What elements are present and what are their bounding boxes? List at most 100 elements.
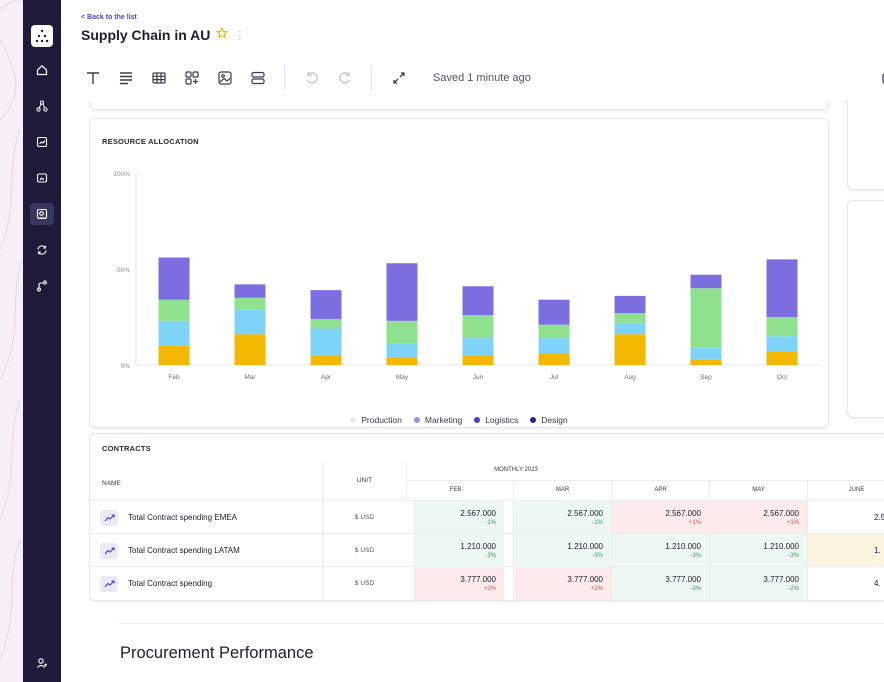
legend-item[interactable]: Design: [530, 415, 568, 425]
bar-segment-logistics: [386, 320, 418, 344]
expand-icon[interactable]: [383, 62, 415, 94]
cell-value: 1.210.000: [665, 542, 701, 551]
bar-segment-production: [386, 357, 418, 365]
toolbar-divider: [371, 65, 372, 91]
side-card: [847, 100, 884, 190]
legend-item[interactable]: Logistics: [474, 415, 518, 425]
section-heading: Procurement Performance: [120, 644, 314, 662]
value-cell[interactable]: 3.777.000 +2%: [513, 567, 611, 600]
reports-icon[interactable]: [30, 203, 54, 225]
bar-segment-marketing: [386, 343, 418, 358]
table-row[interactable]: Total Contract spending LATAM $ USD 1.210.…: [90, 533, 884, 567]
network-icon[interactable]: [30, 95, 54, 117]
x-tick-label: Sep: [700, 374, 712, 381]
value-cell[interactable]: 3.777.000 -2%: [709, 567, 807, 600]
value-cell[interactable]: 1.210.000 -3%: [709, 534, 807, 567]
redo-icon[interactable]: [329, 62, 361, 94]
cell-value: 2.5: [874, 513, 884, 522]
bar-segment-marketing: [234, 309, 266, 335]
cell-delta: -2%: [788, 586, 799, 592]
legend-swatch: [530, 417, 537, 423]
value-cell[interactable]: 2.567.000 -1%: [414, 501, 504, 534]
text-tool-icon[interactable]: [77, 62, 109, 94]
media-icon[interactable]: [30, 167, 54, 189]
legend-label: Production: [361, 415, 402, 425]
x-tick-label: Jun: [473, 374, 484, 381]
user-settings-icon[interactable]: [36, 656, 48, 674]
refresh-icon[interactable]: [30, 239, 54, 261]
bar-segment-marketing: [310, 328, 342, 356]
home-icon[interactable]: [30, 59, 54, 81]
value-cell[interactable]: 1.210.000 -3%: [611, 534, 709, 567]
row-name: Total Contract spending LATAM: [100, 534, 240, 567]
bar-segment-production: [690, 359, 722, 365]
table-tool-icon[interactable]: [143, 62, 175, 94]
previous-card: [89, 100, 829, 110]
cell-value: 2.567.000: [665, 509, 701, 518]
value-cell[interactable]: 2.567.000 -1%: [513, 501, 611, 534]
contracts-card: CONTRACTS NAME UNIT MONTHLY 2023 FEB MAR APR M…: [89, 433, 884, 601]
value-cell[interactable]: 2.5: [807, 501, 884, 534]
bar-segment-design: [766, 259, 798, 317]
bar-segment-logistics: [614, 313, 646, 323]
bar-segment-production: [158, 345, 190, 365]
bar-segment-production: [234, 334, 266, 365]
x-tick-label: Mar: [244, 374, 256, 381]
bar-segment-marketing: [462, 338, 494, 356]
image-tool-icon[interactable]: [209, 62, 241, 94]
bar-segment-logistics: [158, 299, 190, 321]
bar-segment-logistics: [538, 324, 570, 339]
column-header-name: NAME: [102, 480, 121, 487]
app-logo-icon[interactable]: [31, 25, 53, 47]
column-header-month: JUNE: [807, 480, 884, 500]
legend-label: Design: [541, 415, 568, 425]
app-sidebar: [23, 0, 61, 682]
table-row[interactable]: Total Contract spending $ USD 3.777.000 +2%…: [90, 566, 884, 600]
bar-segment-marketing: [614, 322, 646, 335]
undo-icon[interactable]: [296, 62, 328, 94]
column-header-month: MAR: [513, 480, 611, 500]
bar-segment-logistics: [462, 315, 494, 339]
bar-segment-design: [158, 257, 190, 300]
more-options-icon[interactable]: ⋮: [234, 29, 245, 42]
table-row[interactable]: Total Contract spending EMEA $ USD 2.567.0…: [90, 500, 884, 534]
section-tool-icon[interactable]: [242, 62, 274, 94]
bar-segment-design: [234, 284, 266, 298]
bar-segment-design: [614, 295, 646, 314]
calendar-icon[interactable]: [872, 62, 884, 94]
row-unit: $ USD: [322, 567, 406, 600]
cell-delta: -1%: [485, 520, 496, 526]
header: < Back to the list Supply Chain in AU ⋮: [61, 0, 884, 52]
cell-delta: -3%: [592, 553, 603, 559]
value-cell[interactable]: 2.567.000 +1%: [709, 501, 807, 534]
x-tick-label: May: [396, 374, 409, 381]
paragraph-tool-icon[interactable]: [110, 62, 142, 94]
value-cell[interactable]: 1.210.000 -3%: [414, 534, 504, 567]
value-cell[interactable]: 1.210.000 -3%: [513, 534, 611, 567]
widgets-tool-icon[interactable]: [176, 62, 208, 94]
card-title: CONTRACTS: [102, 444, 151, 453]
row-unit: $ USD: [322, 501, 406, 534]
cell-delta: +1%: [688, 520, 701, 526]
cell-delta: -3%: [485, 553, 496, 559]
value-cell[interactable]: 1.: [807, 534, 884, 567]
legend-item[interactable]: Production: [350, 415, 402, 425]
bar-segment-marketing: [690, 347, 722, 360]
value-cell[interactable]: 2.567.000 +1%: [611, 501, 709, 534]
x-tick-label: Feb: [168, 374, 180, 381]
bar-segment-production: [462, 355, 494, 365]
cell-value: 3.777.000: [567, 575, 603, 584]
flow-icon[interactable]: [30, 275, 54, 297]
chart-icon[interactable]: [30, 131, 54, 153]
legend-swatch: [350, 417, 357, 423]
legend-item[interactable]: Marketing: [413, 415, 462, 425]
y-tick-label: 100%: [113, 171, 130, 178]
report-content: RESOURCE ALLOCATION 0% 50% 100% Feb Mar Apr Ma…: [89, 100, 884, 682]
value-cell[interactable]: 4.: [807, 567, 884, 600]
back-link[interactable]: < Back to the list: [81, 14, 137, 21]
trend-icon: [100, 542, 118, 559]
bar-segment-production: [614, 334, 646, 365]
value-cell[interactable]: 3.777.000 +2%: [414, 567, 504, 600]
value-cell[interactable]: 3.777.000 -2%: [611, 567, 709, 600]
star-icon[interactable]: [216, 26, 229, 44]
